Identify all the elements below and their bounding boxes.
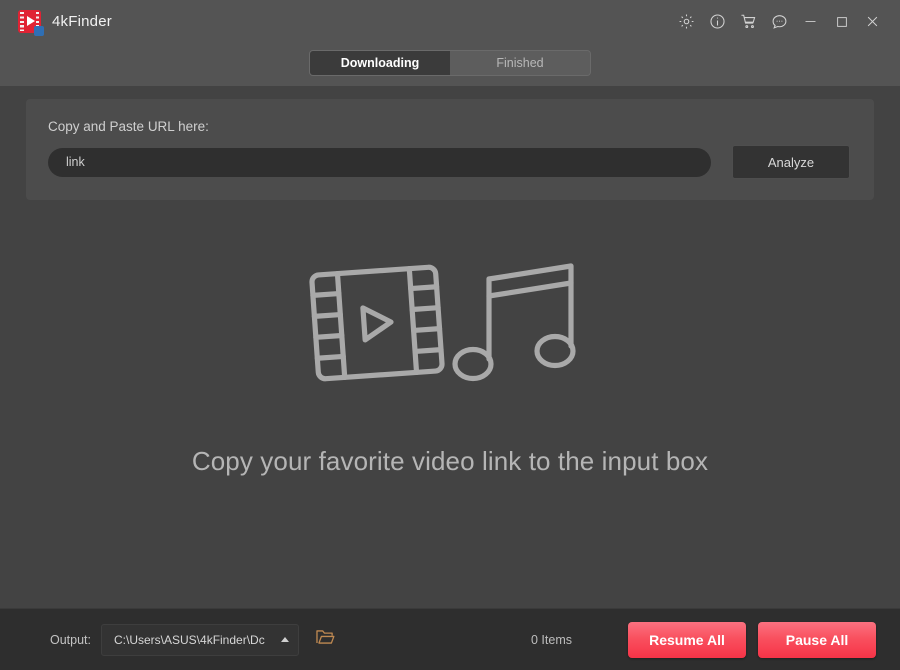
url-panel-label: Copy and Paste URL here: — [48, 119, 209, 134]
open-folder-icon — [315, 628, 335, 651]
minimize-icon[interactable] — [795, 8, 826, 36]
brand: 4kFinder — [18, 10, 112, 36]
tab-finished[interactable]: Finished — [450, 51, 590, 75]
empty-state-illustration — [305, 253, 595, 398]
app-title: 4kFinder — [52, 13, 112, 30]
film-strip-icon — [309, 264, 445, 382]
window-header: 4kFinder Downloading Finished — [0, 0, 900, 86]
tab-bar: Downloading Finished — [309, 50, 591, 76]
output-path-select[interactable]: C:\Users\ASUS\4kFinder\Dc — [101, 623, 299, 656]
open-folder-button[interactable] — [313, 628, 337, 652]
app-window: 4kFinder Downloading Finished Copy and P… — [0, 0, 900, 670]
url-input-row: Analyze — [48, 145, 850, 179]
url-input[interactable] — [48, 147, 711, 177]
info-icon[interactable] — [702, 8, 733, 36]
chat-icon[interactable] — [764, 8, 795, 36]
output-label: Output: — [50, 632, 91, 647]
resume-all-button[interactable]: Resume All — [628, 621, 746, 658]
empty-state-message: Copy your favorite video link to the inp… — [191, 446, 709, 476]
window-controls — [671, 8, 888, 36]
items-count: 0 Items — [531, 632, 572, 647]
url-panel: Copy and Paste URL here: Analyze — [26, 99, 874, 200]
analyze-button[interactable]: Analyze — [732, 145, 850, 179]
empty-state: Copy your favorite video link to the inp… — [0, 200, 900, 608]
close-icon[interactable] — [857, 8, 888, 36]
title-bar: 4kFinder — [0, 0, 900, 43]
output-path-value: C:\Users\ASUS\4kFinder\Dc — [114, 632, 265, 647]
footer-bar: Output: C:\Users\ASUS\4kFinder\Dc 0 Item… — [0, 608, 900, 670]
chevron-up-icon — [281, 637, 289, 642]
maximize-icon[interactable] — [826, 8, 857, 36]
tab-downloading[interactable]: Downloading — [310, 51, 450, 75]
cart-icon[interactable] — [733, 8, 764, 36]
settings-icon[interactable] — [671, 8, 702, 36]
film-play-icon — [18, 10, 44, 36]
pause-all-button[interactable]: Pause All — [758, 621, 876, 658]
music-note-icon — [452, 263, 576, 382]
